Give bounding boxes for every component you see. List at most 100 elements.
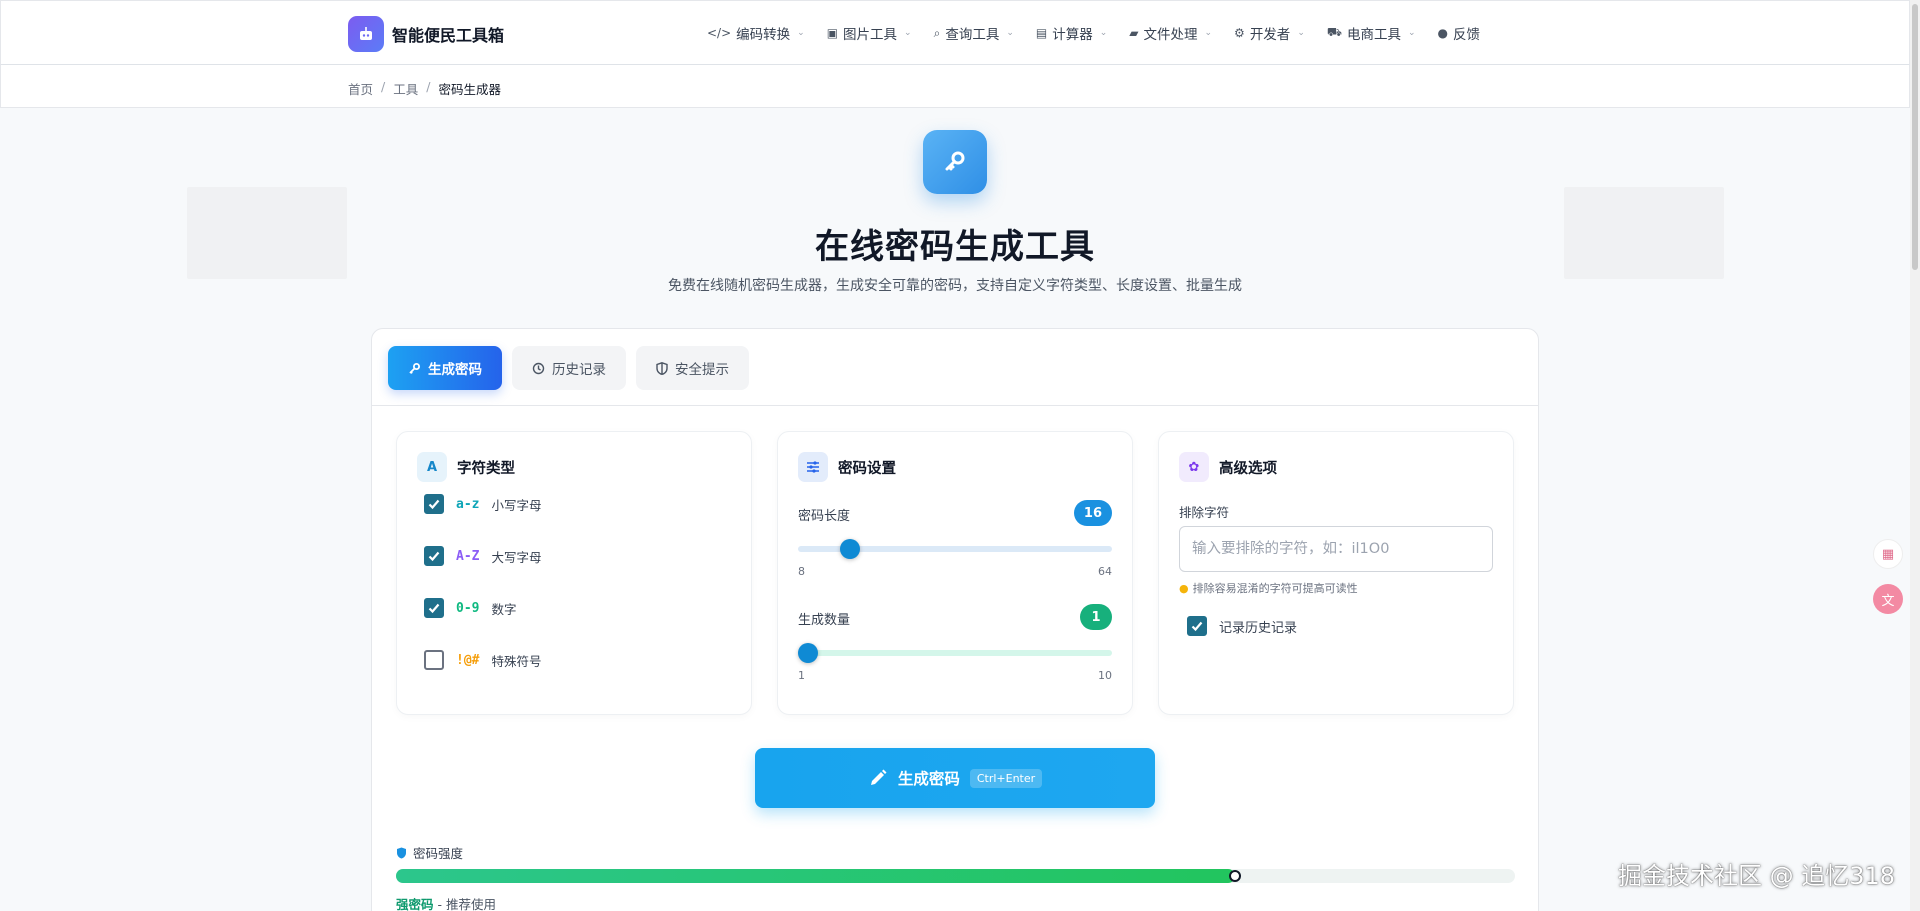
count-min: 1 — [798, 669, 805, 682]
nav-item-label: 图片工具 — [843, 27, 898, 43]
tab-divider — [372, 405, 1538, 406]
tab-0[interactable]: 生成密码 — [388, 346, 502, 390]
nav-item-label: 电商工具 — [1346, 27, 1401, 43]
char-option-1[interactable]: A-Z 大写字母 — [424, 546, 542, 566]
strength-meter — [396, 869, 1515, 883]
lightbulb-icon: ● — [1179, 581, 1189, 595]
nav-item-5[interactable]: ⚙ 开发者 ⌄ — [1234, 23, 1305, 43]
generate-shortcut-hint: Ctrl+Enter — [969, 768, 1043, 788]
chevron-down-icon: ⌄ — [1099, 28, 1108, 38]
breadcrumb-home[interactable]: 首页 — [348, 79, 373, 98]
char-option-checkbox[interactable] — [424, 598, 444, 618]
chevron-down-icon: ⌄ — [1297, 28, 1305, 38]
strength-meter-marker — [1229, 870, 1242, 882]
history-icon — [532, 362, 545, 375]
count-max: 10 — [1098, 669, 1112, 682]
length-max: 64 — [1098, 565, 1112, 578]
page-scrollbar-thumb[interactable] — [1912, 4, 1918, 270]
length-slider-thumb[interactable] — [840, 539, 860, 559]
chevron-down-icon: ⌄ — [904, 28, 912, 38]
exclude-hint: ● 排除容易混淆的字符可提高可读性 — [1179, 580, 1358, 596]
char-option-checkbox[interactable] — [424, 650, 444, 670]
char-option-code: 0-9 — [456, 600, 480, 616]
breadcrumb-current: 密码生成器 — [438, 82, 501, 97]
nav-item-2[interactable]: ⌕ 查询工具 ⌄ — [933, 23, 1014, 44]
chevron-down-icon: ⌄ — [1407, 28, 1416, 38]
nav-item-6[interactable]: ⛟ 电商工具 ⌄ — [1327, 23, 1416, 43]
char-option-label: 小写字母 — [491, 497, 542, 513]
char-option-checkbox[interactable] — [424, 546, 444, 566]
nav-item-label: 计算器 — [1052, 27, 1093, 43]
nav-item-label: 编码转换 — [736, 27, 791, 43]
nav-item-0[interactable]: </> 编码转换 ⌄ — [707, 23, 805, 43]
chevron-down-icon: ⌄ — [1006, 28, 1014, 38]
generate-button-label: 生成密码 — [897, 770, 960, 788]
record-history-checkbox[interactable] — [1187, 616, 1207, 636]
nav-item-label: 开发者 — [1249, 27, 1291, 43]
nav-feedback[interactable]: ● 反馈 — [1438, 23, 1480, 43]
calculator-icon: ▤ — [1035, 26, 1048, 40]
apps-grid-icon[interactable]: ▦ — [1873, 539, 1903, 569]
char-option-0[interactable]: a-z 小写字母 — [424, 494, 542, 514]
search-icon: ⌕ — [933, 25, 941, 40]
exclude-hint-text: 排除容易混淆的字符可提高可读性 — [1192, 582, 1358, 595]
breadcrumb-bar: 首页 / 工具 / 密码生成器 — [0, 65, 1910, 108]
comment-icon: ● — [1437, 26, 1448, 40]
nav-item-1[interactable]: ▣ 图片工具 ⌄ — [827, 23, 912, 43]
count-label: 生成数量 — [798, 613, 851, 628]
main-nav: </> 编码转换 ⌄ ▣ 图片工具 ⌄ ⌕ 查询工具 ⌄ ▤ 计算器 ⌄ ▰ 文件处理 ⌄ ⚙ 开发者 ⌄ ⛟ 电商工… — [707, 23, 1480, 43]
image-icon: ▣ — [826, 26, 839, 40]
advanced-title: 高级选项 — [1219, 460, 1277, 477]
char-type-panel: A 字符类型 a-z 小写字母 A-Z 大写字母 0-9 数字 !@# 特殊符号 — [396, 431, 752, 715]
strength-level: 强密码 — [396, 897, 434, 911]
robot-logo-icon — [348, 16, 384, 52]
char-option-3[interactable]: !@# 特殊符号 — [424, 650, 542, 670]
record-history-option[interactable]: 记录历史记录 — [1187, 616, 1297, 636]
tab-bar: 生成密码 历史记录 安全提示 — [388, 346, 749, 390]
page-scrollbar[interactable] — [1910, 0, 1920, 911]
page-title: 在线密码生成工具 — [815, 227, 1095, 267]
folder-icon: ▰ — [1129, 26, 1139, 40]
record-history-label: 记录历史记录 — [1219, 620, 1298, 636]
tab-1[interactable]: 历史记录 — [512, 346, 626, 390]
length-min: 8 — [798, 565, 805, 578]
chevron-down-icon: ⌄ — [1204, 28, 1213, 38]
length-label: 密码长度 — [798, 509, 851, 524]
site-logo[interactable]: 智能便民工具箱 — [348, 16, 504, 52]
breadcrumb-tools[interactable]: 工具 — [393, 79, 418, 98]
cog-icon: ✿ — [1179, 452, 1209, 482]
breadcrumb-separator: / — [426, 79, 431, 94]
shield-icon — [397, 847, 406, 858]
char-option-label: 大写字母 — [491, 549, 542, 565]
generate-password-button[interactable]: 生成密码 Ctrl+Enter — [755, 748, 1155, 808]
count-slider[interactable] — [798, 643, 1112, 663]
tab-label: 生成密码 — [428, 362, 482, 378]
nav-item-3[interactable]: ▤ 计算器 ⌄ — [1036, 23, 1107, 43]
exclude-chars-input[interactable] — [1179, 526, 1493, 572]
strength-desc: - 推荐使用 — [433, 897, 496, 911]
strength-meter-fill — [396, 869, 1236, 883]
page-subtitle: 免费在线随机密码生成器，生成安全可靠的密码，支持自定义字符类型、长度设置、批量生… — [668, 278, 1242, 294]
translate-icon[interactable]: 文 — [1873, 584, 1903, 614]
length-value-badge: 16 — [1073, 500, 1112, 526]
generator-card: 生成密码 历史记录 安全提示 A 字符类型 a-z 小写字母 A-Z 大写字母 0-9 数字!… — [371, 328, 1539, 911]
tab-label: 历史记录 — [552, 362, 606, 378]
char-option-code: a-z — [456, 496, 480, 512]
nav-item-label: 文件处理 — [1143, 27, 1198, 43]
exclude-label: 排除字符 — [1179, 505, 1230, 520]
count-value-badge: 1 — [1080, 604, 1112, 630]
char-option-code: A-Z — [456, 548, 480, 564]
length-slider[interactable] — [798, 539, 1112, 559]
tab-label: 安全提示 — [675, 362, 729, 378]
char-option-checkbox[interactable] — [424, 494, 444, 514]
nav-feedback-label: 反馈 — [1453, 27, 1480, 43]
char-option-2[interactable]: 0-9 数字 — [424, 598, 517, 618]
font-icon: A — [417, 452, 447, 482]
nav-item-4[interactable]: ▰ 文件处理 ⌄ — [1129, 23, 1212, 43]
site-name: 智能便民工具箱 — [392, 26, 505, 45]
breadcrumb-separator: / — [381, 79, 386, 94]
count-slider-thumb[interactable] — [798, 643, 818, 663]
strength-result: 强密码 - 推荐使用 — [396, 894, 496, 911]
tab-2[interactable]: 安全提示 — [636, 346, 749, 390]
cart-icon: ⛟ — [1326, 25, 1342, 39]
